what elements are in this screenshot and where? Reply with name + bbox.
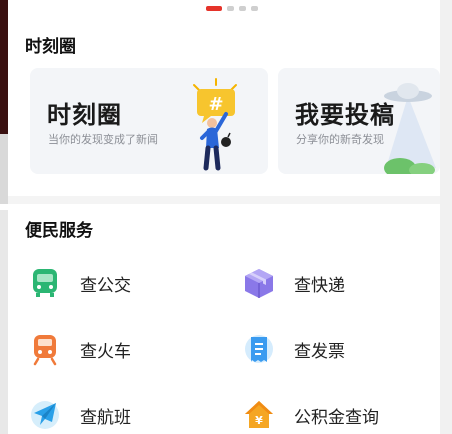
invoice-icon [245,335,273,363]
carousel-dot-active[interactable] [206,6,222,11]
moments-section-title: 时刻圈 [25,37,76,57]
carousel-dot[interactable] [251,6,258,11]
service-label: 查快递 [294,275,345,296]
svg-text:#: # [208,94,223,115]
service-label: 公积金查询 [294,407,379,428]
submit-card-subtitle: 分享你的新奇发现 [296,133,384,146]
submit-card[interactable]: 我要投稿 分享你的新奇发现 [278,68,440,174]
housing-fund-icon: ¥ [245,401,273,428]
service-label: 查航班 [80,407,131,428]
background-edge [440,0,452,434]
background-edge [0,134,8,204]
background-edge [0,210,8,434]
bus-icon [33,269,57,297]
moments-card[interactable]: 时刻圈 当你的发现变成了新闻 # [30,68,268,174]
service-bus[interactable]: 查公交 [28,266,131,300]
carousel-indicator [206,6,258,11]
moments-card-subtitle: 当你的发现变成了新闻 [48,133,158,146]
background-edge [0,0,8,134]
service-train[interactable]: 查火车 [28,332,131,366]
airplane-icon [31,401,59,429]
carousel-dot[interactable] [227,6,234,11]
moments-card-title: 时刻圈 [47,101,122,129]
service-invoice[interactable]: 查发票 [242,332,345,366]
section-divider [8,196,440,204]
service-label: 查发票 [294,341,345,362]
bottom-sheet: 时刻圈 时刻圈 当你的发现变成了新闻 # 我要投稿 分享你的新奇发现 便民服务 … [8,0,440,434]
service-housing-fund[interactable]: ¥ 公积金查询 [242,398,379,432]
carousel-dot[interactable] [239,6,246,11]
ufo-beam-illustration [384,83,436,174]
train-icon [33,335,57,366]
service-package[interactable]: 查快递 [242,266,345,300]
package-icon [245,269,273,298]
svg-text:¥: ¥ [255,414,263,427]
service-label: 查公交 [80,275,131,296]
services-section-title: 便民服务 [25,221,93,241]
person-hashtag-illustration: # [193,78,237,171]
page: 时刻圈 时刻圈 当你的发现变成了新闻 # 我要投稿 分享你的新奇发现 便民服务 … [0,0,452,434]
service-label: 查火车 [80,341,131,362]
service-flight[interactable]: 查航班 [28,398,131,432]
